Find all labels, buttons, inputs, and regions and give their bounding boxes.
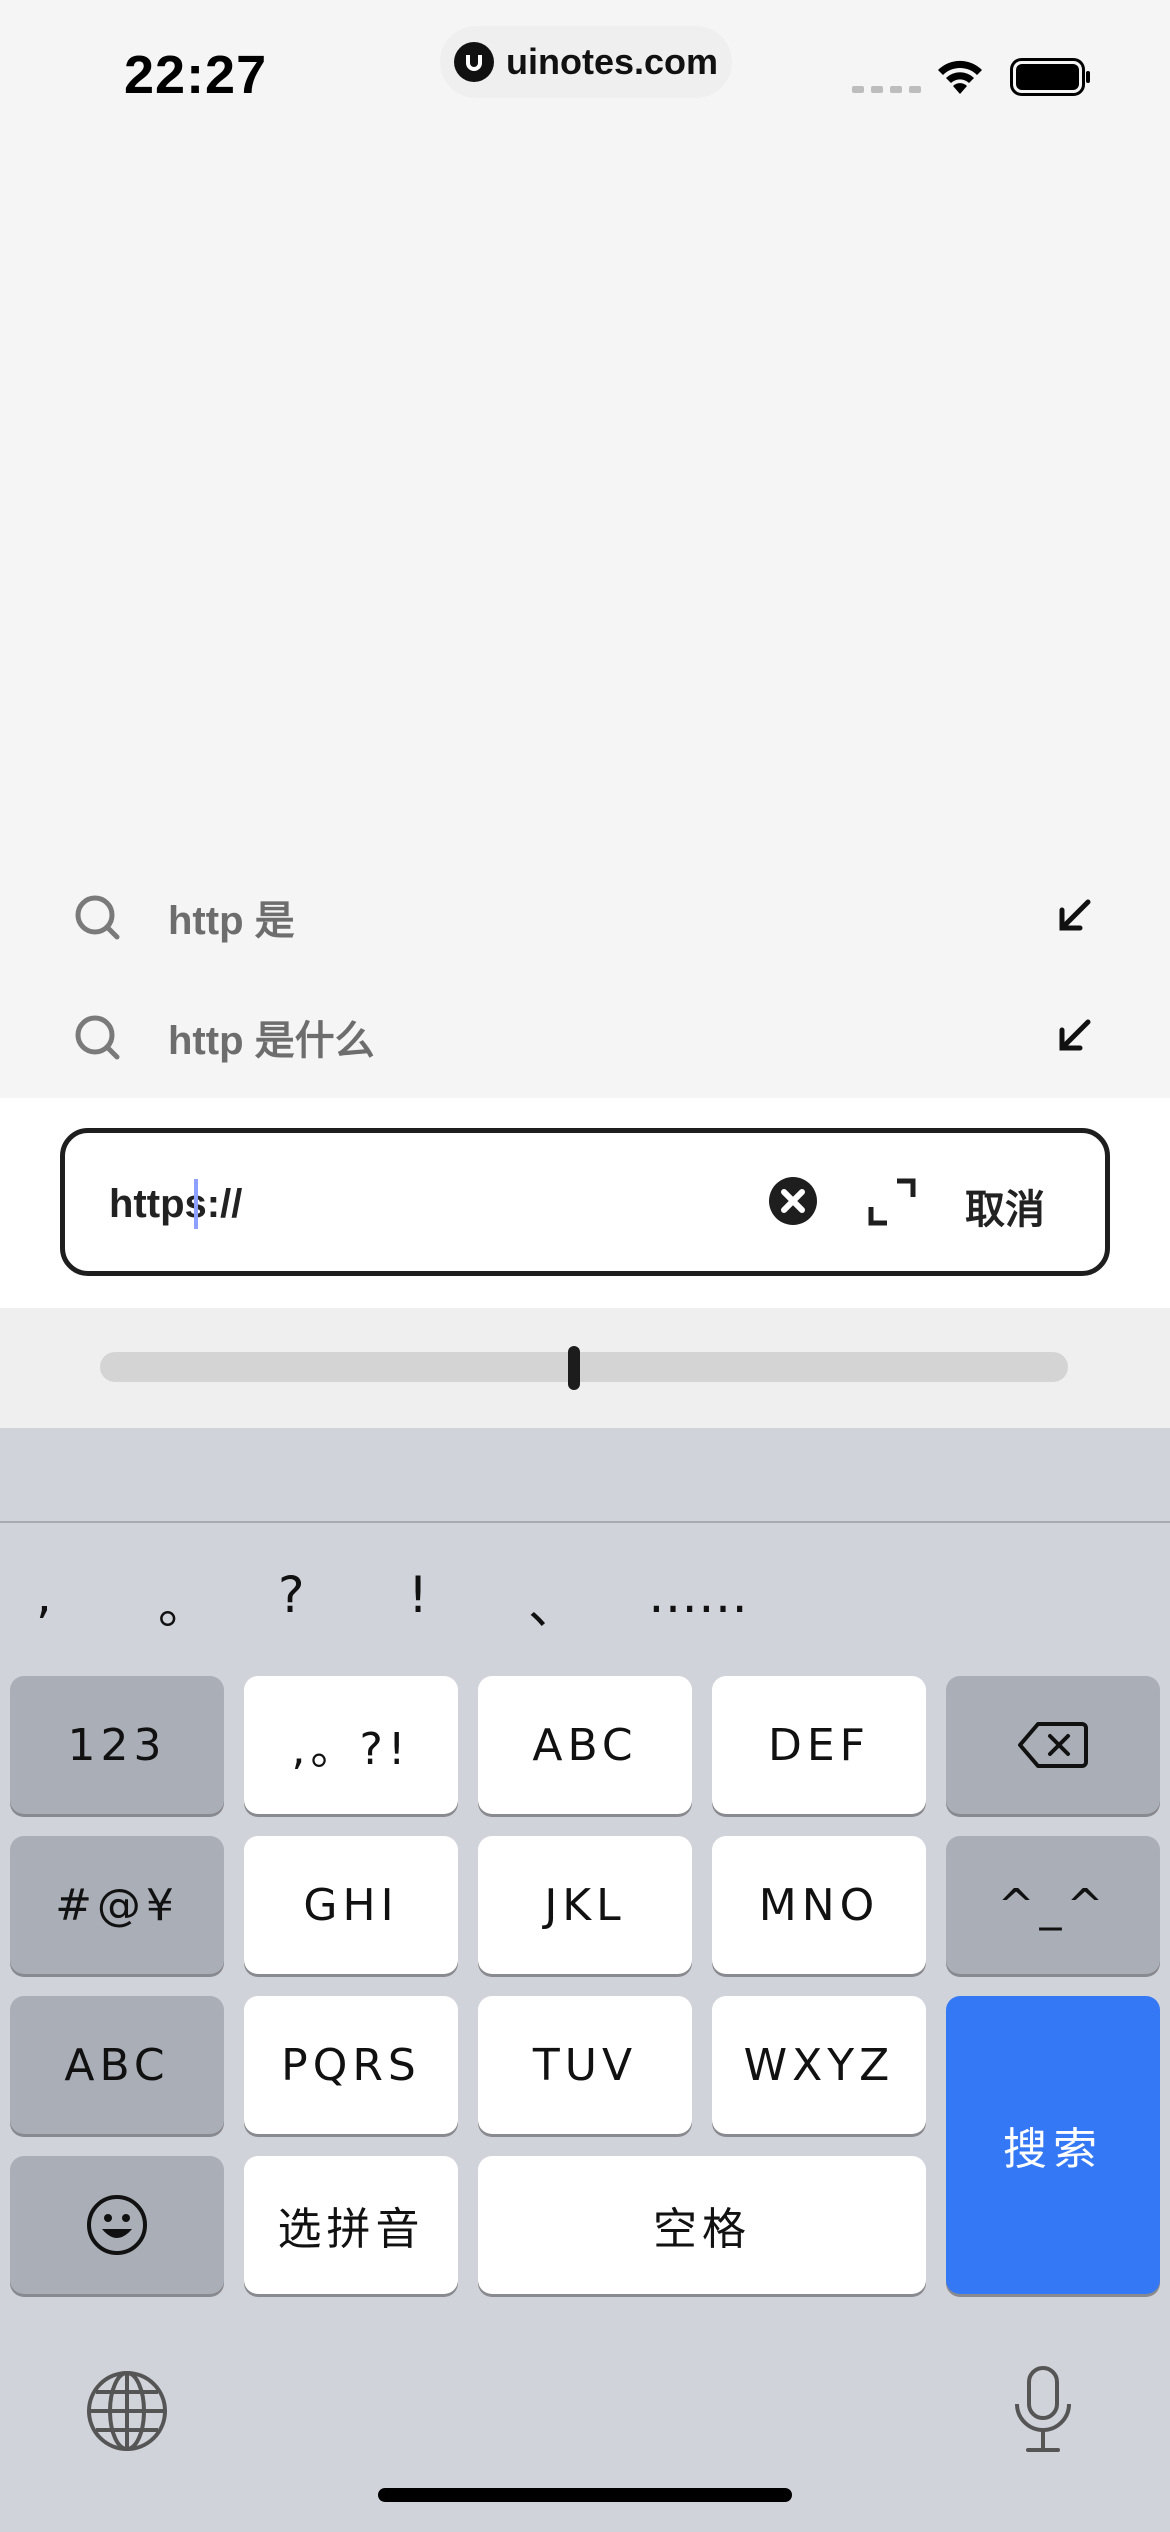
keyboard: , 。 ? ! 、 …… 123 ,。?! ABC DEF #@¥ GHI JK… [0, 1428, 1170, 2532]
suggestion-text: http 是什么 [168, 1019, 375, 1063]
cellular-signal-icon [852, 86, 921, 93]
screen: 22:27 uinotes.com http 是 http 是什么 https:… [0, 0, 1170, 2532]
key-123[interactable]: 123 [10, 1676, 224, 1814]
punct-candidate[interactable]: ! [408, 1566, 428, 1624]
key-symbols[interactable]: #@¥ [10, 1836, 224, 1974]
key-punctuation[interactable]: ,。?! [244, 1676, 458, 1814]
cursor-slider-track[interactable] [100, 1352, 1068, 1382]
microphone-icon[interactable] [1010, 2364, 1076, 2456]
emoji-icon [87, 2195, 147, 2255]
key-abc-mode[interactable]: ABC [10, 1996, 224, 2134]
punct-candidate[interactable]: ? [278, 1566, 305, 1624]
key-pqrs[interactable]: PQRS [244, 1996, 458, 2134]
emoji-key[interactable] [10, 2156, 224, 2294]
key-emoticon[interactable]: ^_^ [946, 1836, 1160, 1974]
key-def[interactable]: DEF [712, 1676, 926, 1814]
suggestion-text: http 是 [168, 899, 295, 943]
search-input[interactable] [109, 1177, 709, 1231]
fill-arrow-icon[interactable] [1054, 1016, 1094, 1056]
backspace-icon [1018, 1722, 1088, 1768]
wifi-icon [938, 60, 982, 94]
clear-icon[interactable] [767, 1175, 819, 1227]
key-pinyin[interactable]: 选拼音 [244, 2156, 458, 2294]
search-icon [75, 1015, 120, 1060]
key-ghi[interactable]: GHI [244, 1836, 458, 1974]
punct-candidate[interactable]: , [36, 1566, 52, 1624]
cancel-button[interactable]: 取消 [965, 1177, 1045, 1235]
status-time: 22:27 [124, 45, 268, 105]
expand-icon[interactable] [865, 1175, 919, 1229]
text-caret [194, 1179, 198, 1229]
space-key[interactable]: 空格 [478, 2156, 926, 2294]
search-input-wrap [109, 1177, 709, 1231]
suggestion-item[interactable]: http 是什么 [0, 982, 1170, 1092]
battery-icon [1010, 58, 1090, 96]
site-logo-icon [453, 42, 494, 82]
url-text: uinotes.com [505, 41, 719, 82]
keyboard-divider [0, 1521, 1170, 1523]
cursor-slider-thumb[interactable] [568, 1346, 581, 1390]
key-mno[interactable]: MNO [712, 1836, 926, 1974]
home-indicator [378, 2488, 792, 2502]
punct-candidate[interactable]: 、 [528, 1566, 578, 1638]
key-wxyz[interactable]: WXYZ [712, 1996, 926, 2134]
key-abc[interactable]: ABC [478, 1676, 692, 1814]
key-jkl[interactable]: JKL [478, 1836, 692, 1974]
search-key[interactable]: 搜索 [946, 1996, 1160, 2294]
search-icon [75, 895, 120, 940]
delete-key[interactable] [946, 1676, 1160, 1814]
suggestion-item[interactable]: http 是 [0, 862, 1170, 972]
search-box[interactable]: 取消 [60, 1128, 1110, 1276]
punct-candidate[interactable]: 。 [158, 1566, 208, 1638]
globe-icon[interactable] [84, 2368, 170, 2454]
fill-arrow-icon[interactable] [1054, 896, 1094, 936]
cursor-slider-area [0, 1308, 1170, 1428]
url-pill[interactable]: uinotes.com [440, 26, 732, 98]
punct-candidate[interactable]: …… [648, 1566, 748, 1624]
search-bar-area: 取消 [0, 1098, 1170, 1308]
key-tuv[interactable]: TUV [478, 1996, 692, 2134]
